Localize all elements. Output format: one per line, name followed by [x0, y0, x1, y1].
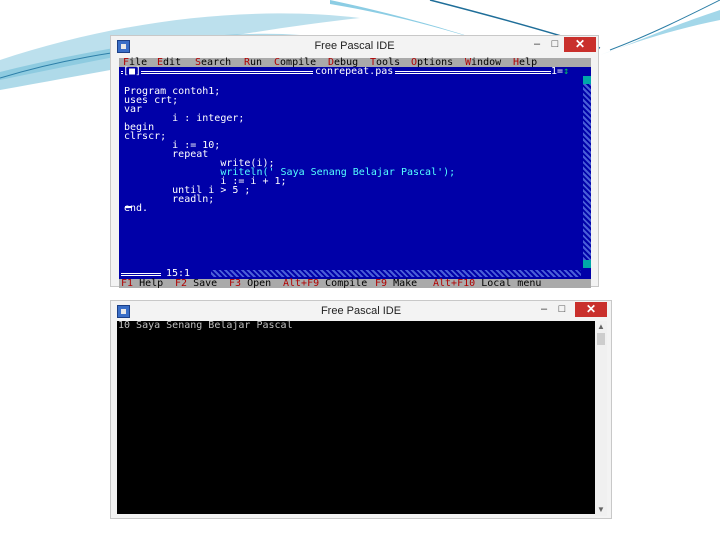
menu-search[interactable]: Search [195, 58, 231, 68]
status-item-help[interactable]: F1 Help [121, 278, 164, 289]
scroll-down-arrow-icon[interactable]: ▼ [595, 504, 607, 516]
editor-close-box[interactable]: [■] [123, 67, 142, 77]
status-item-compile[interactable]: Alt+F9 Compile [283, 278, 368, 289]
zoom-arrow-icon[interactable]: ↕ [563, 66, 569, 77]
menu-edit[interactable]: Edit [157, 58, 181, 68]
status-label: Local menu [481, 278, 542, 289]
ide-status-bar: F1 Help F2 Save F3 Open Alt+F9 Compile F… [119, 278, 591, 289]
minimize-button[interactable]: – [528, 38, 546, 52]
ide-window: Free Pascal IDE – □ ✕ File Edit Search R… [110, 35, 599, 289]
code-editor[interactable]: [■] conrepeat.pas 1=↕ Program contoh1; us… [119, 67, 591, 279]
editor-vertical-scrollbar[interactable] [583, 76, 591, 268]
menu-options[interactable]: Options [411, 58, 453, 68]
scroll-up-arrow-icon[interactable]: ▲ [595, 321, 607, 333]
ide-window-title: Free Pascal IDE [314, 40, 395, 52]
code-line: begin [124, 122, 155, 133]
code-line: i : integer; [124, 113, 245, 124]
status-label: Help [139, 278, 164, 289]
minimize-button[interactable]: – [535, 303, 553, 317]
status-item-open[interactable]: F3 Open [229, 278, 272, 289]
menu-run[interactable]: Run [244, 58, 262, 68]
scroll-thumb[interactable] [597, 333, 605, 345]
close-button[interactable]: ✕ [575, 302, 607, 317]
status-key: Alt+F10 [433, 278, 476, 289]
status-label: Open [247, 278, 272, 289]
console-output-text: 10 Saya Senang Belajar Pascal [118, 320, 293, 331]
menu-help[interactable]: Help [513, 58, 537, 68]
editor-file-name: conrepeat.pas [313, 66, 396, 77]
status-label: Save [193, 278, 218, 289]
status-key: F2 [175, 278, 188, 289]
scroll-down-arrow-icon[interactable] [583, 260, 591, 268]
ide-title-bar[interactable]: Free Pascal IDE – □ ✕ [111, 36, 598, 58]
menu-window[interactable]: Window [465, 58, 501, 68]
window-number: 1 [551, 66, 558, 77]
status-item-save[interactable]: F2 Save [175, 278, 218, 289]
scroll-up-arrow-icon[interactable] [583, 76, 591, 84]
maximize-button[interactable]: □ [546, 38, 564, 52]
status-label: Make [393, 278, 418, 289]
code-line: end. [124, 203, 149, 214]
status-label: Compile [325, 278, 368, 289]
frame-border [121, 273, 161, 276]
status-item-make[interactable]: F9 Make [375, 278, 418, 289]
cursor-position: 15:1 [164, 268, 193, 279]
status-key: F9 [375, 278, 388, 289]
code-line: readln; [124, 194, 215, 205]
editor-window-controls: 1=↕ [551, 66, 570, 77]
editor-frame-top: [■] conrepeat.pas 1=↕ [119, 66, 591, 77]
text-cursor [125, 206, 132, 208]
menu-compile[interactable]: Compile [274, 58, 316, 68]
console-vertical-scrollbar[interactable]: ▲ ▼ [595, 321, 607, 516]
console-window: Free Pascal IDE – □ ✕ 10 Saya Senang Bel… [110, 300, 612, 519]
close-button[interactable]: ✕ [564, 37, 596, 52]
status-key: F3 [229, 278, 242, 289]
status-key: F1 [121, 278, 134, 289]
status-key: Alt+F9 [283, 278, 320, 289]
code-line: uses crt; [124, 95, 179, 106]
code-text: Program contoh1; uses crt; var i : integer… [124, 78, 455, 231]
console-output-area[interactable]: 10 Saya Senang Belajar Pascal [117, 321, 597, 514]
editor-horizontal-scrollbar[interactable] [211, 270, 581, 277]
status-item-local-menu[interactable]: Alt+F10 Local menu [433, 278, 542, 289]
maximize-button[interactable]: □ [553, 303, 571, 317]
